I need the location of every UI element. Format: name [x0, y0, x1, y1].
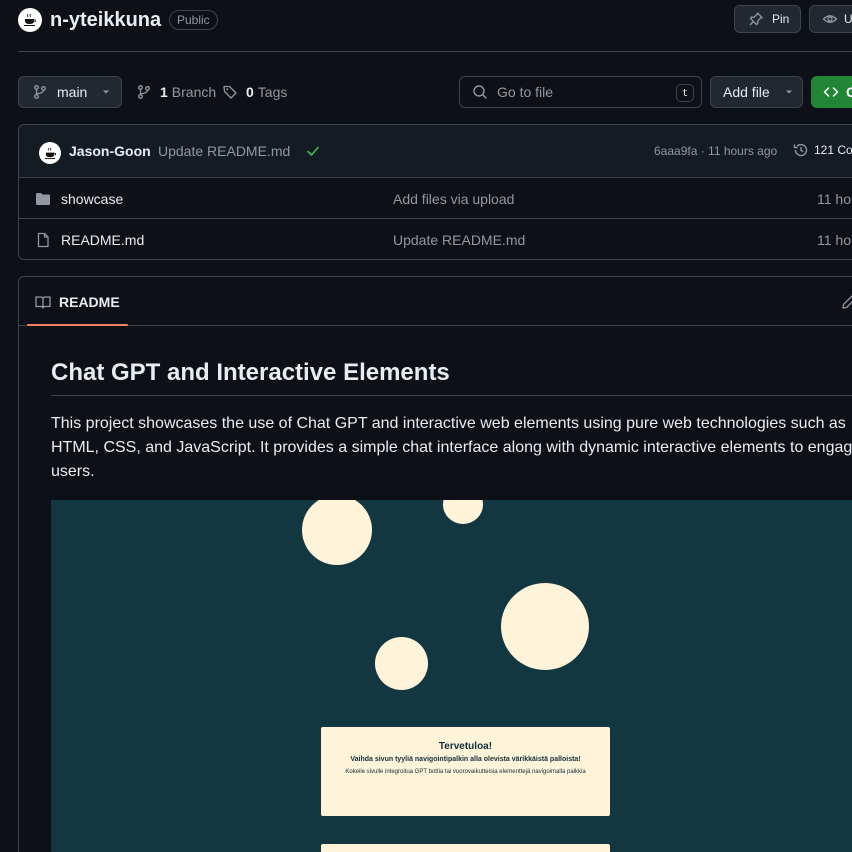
folder-icon: [36, 193, 50, 205]
welcome-card: Tervetuloa! Vaihda sivun tyyliä navigoin…: [321, 727, 610, 816]
history-icon: [793, 143, 808, 157]
readme-paragraph: This project showcases the use of Chat G…: [51, 415, 852, 480]
repo-header: n-yteikkuna Public Pin Un: [0, 0, 852, 52]
add-file-label: Add file: [723, 84, 770, 100]
active-tab-indicator: [27, 324, 128, 326]
eye-icon: [822, 15, 838, 23]
search-icon: [473, 85, 487, 99]
coffee-cup-icon: [24, 13, 37, 26]
keyboard-shortcut-hint: t: [676, 84, 694, 102]
color-ball: [501, 583, 589, 670]
welcome-hint: Kokeile sivulle integroitua GPT bottia t…: [345, 769, 586, 775]
file-commit-message[interactable]: Add files via upload: [393, 191, 514, 207]
commit-history-link[interactable]: 121 Co: [793, 142, 852, 158]
pencil-icon[interactable]: [841, 294, 852, 310]
code-button-label: C: [846, 84, 852, 100]
add-file-button[interactable]: Add file: [710, 76, 803, 108]
welcome-subtitle: Vaihda sivun tyyliä navigointipalkin all…: [350, 756, 581, 763]
preview-screenshot: Tervetuloa! Vaihda sivun tyyliä navigoin…: [51, 500, 852, 852]
preview-card: [321, 844, 610, 852]
color-ball: [443, 500, 483, 524]
readme-heading: Chat GPT and Interactive Elements: [51, 359, 450, 386]
branch-name: main: [57, 84, 88, 100]
file-row-readme[interactable]: README.md Update README.md 11 hou: [19, 219, 852, 259]
heading-divider: [51, 395, 852, 396]
branch-count: 1: [160, 84, 168, 100]
book-icon: [35, 295, 51, 309]
file-commit-message[interactable]: Update README.md: [393, 232, 525, 248]
pin-icon: [749, 12, 763, 26]
readme-tab-bar: README: [19, 277, 852, 326]
repo-owner-avatar[interactable]: [18, 8, 42, 32]
latest-commit-bar: Jason-Goon Update README.md 6aaa9fa · 11…: [19, 125, 852, 178]
file-row-showcase[interactable]: showcase Add files via upload 11 hou: [19, 178, 852, 219]
commit-count: 121 Co: [814, 143, 852, 157]
watch-button[interactable]: Un: [809, 5, 852, 33]
file-name[interactable]: README.md: [61, 232, 144, 248]
branch-count-label: Branch: [171, 84, 217, 100]
file-icon: [37, 232, 49, 248]
tab-readme-label: README: [59, 293, 120, 310]
code-button[interactable]: C: [811, 76, 852, 108]
chevron-down-icon: [785, 90, 792, 94]
file-name[interactable]: showcase: [61, 191, 123, 207]
commit-author-avatar[interactable]: [39, 142, 61, 164]
code-brackets-icon: [823, 87, 839, 97]
pin-button[interactable]: Pin: [734, 5, 801, 33]
file-table: Jason-Goon Update README.md 6aaa9fa · 11…: [18, 124, 852, 260]
repo-name[interactable]: n-yteikkuna: [50, 8, 161, 32]
commit-author-link[interactable]: Jason-Goon: [69, 143, 151, 159]
git-branch-icon: [34, 85, 46, 99]
color-ball: [375, 637, 428, 690]
file-commit-age: 11 hou: [817, 191, 852, 207]
branches-link[interactable]: 1 Branch: [136, 84, 216, 100]
git-branch-icon: [138, 85, 150, 99]
welcome-title: Tervetuloa!: [438, 741, 493, 752]
tag-icon: [223, 85, 237, 99]
tag-count: 0: [246, 84, 254, 100]
readme-panel: README Chat GPT and Interactive Elements…: [18, 276, 852, 852]
header-divider: [18, 51, 852, 52]
go-to-file-placeholder: Go to file: [497, 84, 554, 100]
commit-message-link[interactable]: Update README.md: [158, 143, 290, 159]
file-commit-age: 11 hou: [817, 232, 852, 248]
color-ball: [302, 500, 372, 565]
check-icon[interactable]: [305, 143, 321, 159]
watch-label: Un: [844, 12, 852, 26]
tags-link[interactable]: 0 Tags: [222, 84, 287, 100]
visibility-badge: Public: [169, 10, 218, 30]
go-to-file-input[interactable]: Go to file t: [459, 76, 702, 108]
pin-label: Pin: [772, 12, 790, 26]
commit-hash-time[interactable]: 6aaa9fa · 11 hours ago: [654, 144, 777, 158]
coffee-cup-icon: [44, 147, 56, 159]
branch-select-button[interactable]: main: [18, 76, 122, 108]
tag-count-label: Tags: [257, 84, 288, 100]
chevron-down-icon: [103, 90, 110, 94]
tab-readme[interactable]: README: [27, 277, 128, 326]
